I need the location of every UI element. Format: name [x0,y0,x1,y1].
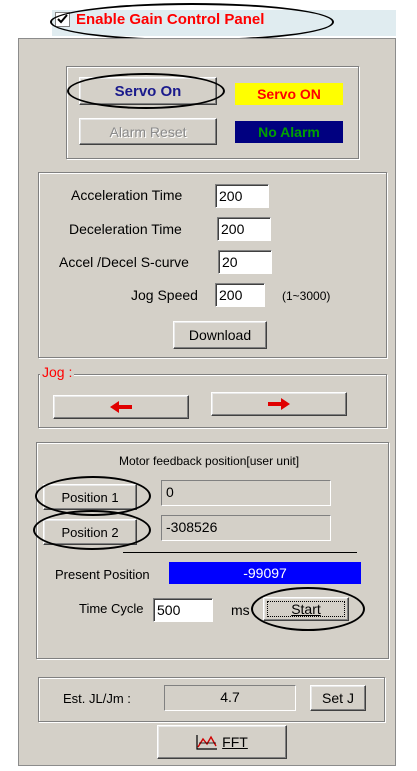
jog-speed-label: Jog Speed [131,287,198,303]
jog-speed-field[interactable] [215,283,265,307]
position-divider [123,552,357,553]
enable-panel-checkbox[interactable] [55,12,70,27]
time-cycle-unit: ms [231,602,250,618]
deceleration-time-field[interactable] [217,217,271,241]
gain-control-panel: Servo On Servo ON Alarm Reset No Alarm A… [18,38,396,766]
position1-value: 0 [161,480,331,506]
time-cycle-label: Time Cycle [79,601,144,616]
fft-button[interactable]: FFT [157,725,287,759]
servo-status-indicator: Servo ON [235,83,343,105]
download-button[interactable]: Download [173,321,267,349]
acceleration-time-field[interactable] [215,184,269,208]
set-j-button[interactable]: Set J [310,685,366,711]
time-cycle-field[interactable] [153,598,213,622]
scurve-field[interactable] [218,250,272,274]
position-header: Motor feedback position[user unit] [119,454,300,468]
jog-speed-range: (1~3000) [282,289,331,303]
position2-value: -308526 [161,515,331,541]
alarm-status-indicator: No Alarm [235,121,343,143]
position2-button[interactable]: Position 2 [43,519,137,545]
jog-forward-button[interactable] [211,392,347,416]
arrow-right-icon [268,398,290,410]
present-position-label: Present Position [55,567,150,582]
checkmark-icon [57,14,68,24]
jog-reverse-button[interactable] [53,395,189,419]
inertia-value: 4.7 [164,685,296,711]
enable-panel-label[interactable]: Enable Gain Control Panel [76,11,264,28]
inertia-label: Est. JL/Jm : [63,691,131,706]
servo-on-button[interactable]: Servo On [79,77,217,105]
acceleration-time-label: Acceleration Time [71,187,183,203]
arrow-left-icon [110,401,132,413]
start-button[interactable]: Start [263,597,349,621]
chart-icon [196,735,218,750]
position-group [36,442,389,659]
present-position-value: -99097 [169,562,361,584]
fft-label: FFT [222,734,248,750]
position1-button[interactable]: Position 1 [43,484,137,510]
alarm-reset-button[interactable]: Alarm Reset [79,118,217,145]
scurve-label: Accel /Decel S-curve [59,254,189,270]
deceleration-time-label: Deceleration Time [69,221,182,237]
jog-group-title: Jog : [40,364,75,380]
